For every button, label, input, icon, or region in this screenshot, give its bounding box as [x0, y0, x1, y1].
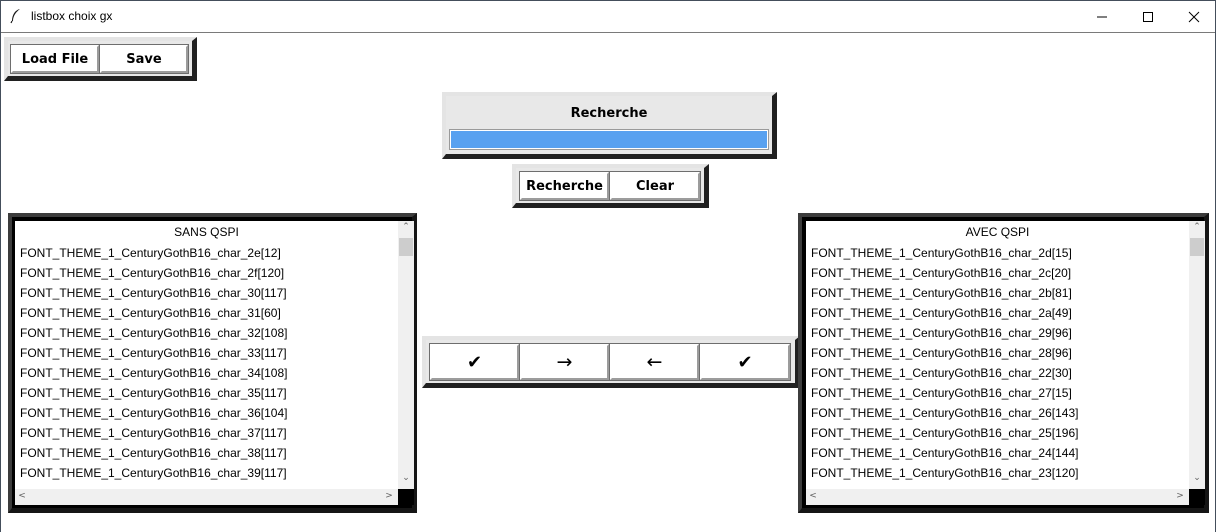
confirm-right-button[interactable]: ✔: [699, 343, 791, 381]
list-item[interactable]: FONT_THEME_1_CenturyGothB16_char_23[120]: [806, 463, 1078, 483]
save-button[interactable]: Save: [99, 44, 189, 74]
right-list-header: AVEC QSPI: [965, 225, 1030, 239]
list-item[interactable]: FONT_THEME_1_CenturyGothB16_char_31[60]: [15, 303, 287, 323]
right-scroll-thumb[interactable]: [1190, 238, 1204, 256]
search-input[interactable]: [449, 129, 769, 150]
maximize-button[interactable]: [1125, 1, 1171, 32]
close-icon: [1188, 11, 1200, 23]
minimize-icon: [1097, 16, 1107, 18]
app-window: listbox choix gx Load File Save Recherch…: [0, 0, 1216, 532]
move-left-button[interactable]: ←: [609, 343, 700, 381]
list-item[interactable]: FONT_THEME_1_CenturyGothB16_char_2a[49]: [806, 303, 1078, 323]
confirm-left-button[interactable]: ✔: [429, 343, 520, 381]
list-item[interactable]: FONT_THEME_1_CenturyGothB16_char_29[96]: [806, 323, 1078, 343]
left-list-items: FONT_THEME_1_CenturyGothB16_char_2e[12] …: [15, 243, 287, 483]
list-item[interactable]: FONT_THEME_1_CenturyGothB16_char_24[144]: [806, 443, 1078, 463]
list-item[interactable]: FONT_THEME_1_CenturyGothB16_char_25[196]: [806, 423, 1078, 443]
scroll-right-icon[interactable]: >: [384, 491, 394, 501]
scroll-down-icon[interactable]: ⌄: [398, 473, 414, 483]
left-scroll-thumb[interactable]: [399, 238, 413, 256]
scroll-right-icon[interactable]: >: [1175, 491, 1185, 501]
clear-button[interactable]: Clear: [609, 171, 701, 201]
load-file-button[interactable]: Load File: [10, 44, 100, 74]
list-item[interactable]: FONT_THEME_1_CenturyGothB16_char_2f[120]: [15, 263, 287, 283]
left-vertical-scrollbar[interactable]: ⌃ ⌄: [398, 221, 414, 489]
right-horizontal-scrollbar[interactable]: < >: [806, 489, 1189, 505]
feather-icon: [10, 9, 20, 24]
left-horizontal-scrollbar[interactable]: < >: [15, 489, 398, 505]
list-item[interactable]: FONT_THEME_1_CenturyGothB16_char_2e[12]: [15, 243, 287, 263]
list-item[interactable]: FONT_THEME_1_CenturyGothB16_char_2d[15]: [806, 243, 1078, 263]
list-item[interactable]: FONT_THEME_1_CenturyGothB16_char_2c[20]: [806, 263, 1078, 283]
left-scroll-corner: [398, 489, 414, 505]
right-listbox[interactable]: AVEC QSPI FONT_THEME_1_CenturyGothB16_ch…: [806, 221, 1189, 489]
scroll-left-icon[interactable]: <: [17, 491, 27, 501]
list-item[interactable]: FONT_THEME_1_CenturyGothB16_char_2b[81]: [806, 283, 1078, 303]
scroll-up-icon[interactable]: ⌃: [398, 222, 414, 232]
list-item[interactable]: FONT_THEME_1_CenturyGothB16_char_33[117]: [15, 343, 287, 363]
right-list-items: FONT_THEME_1_CenturyGothB16_char_2d[15] …: [806, 243, 1078, 483]
list-item[interactable]: FONT_THEME_1_CenturyGothB16_char_35[117]: [15, 383, 287, 403]
right-scroll-corner: [1189, 489, 1205, 505]
list-item[interactable]: FONT_THEME_1_CenturyGothB16_char_32[108]: [15, 323, 287, 343]
move-right-button[interactable]: →: [519, 343, 610, 381]
list-item[interactable]: FONT_THEME_1_CenturyGothB16_char_38[117]: [15, 443, 287, 463]
list-item[interactable]: FONT_THEME_1_CenturyGothB16_char_37[117]: [15, 423, 287, 443]
client-area: Load File Save Recherche Recherche Clear…: [1, 32, 1215, 532]
scroll-down-icon[interactable]: ⌄: [1189, 473, 1205, 483]
scroll-left-icon[interactable]: <: [808, 491, 818, 501]
left-listbox[interactable]: SANS QSPI FONT_THEME_1_CenturyGothB16_ch…: [15, 221, 398, 489]
left-list-header: SANS QSPI: [174, 225, 239, 239]
title-bar[interactable]: listbox choix gx: [1, 1, 1215, 32]
list-item[interactable]: FONT_THEME_1_CenturyGothB16_char_39[117]: [15, 463, 287, 483]
scroll-up-icon[interactable]: ⌃: [1189, 222, 1205, 232]
list-item[interactable]: FONT_THEME_1_CenturyGothB16_char_26[143]: [806, 403, 1078, 423]
list-item[interactable]: FONT_THEME_1_CenturyGothB16_char_22[30]: [806, 363, 1078, 383]
list-item[interactable]: FONT_THEME_1_CenturyGothB16_char_36[104]: [15, 403, 287, 423]
list-item[interactable]: FONT_THEME_1_CenturyGothB16_char_30[117]: [15, 283, 287, 303]
list-item[interactable]: FONT_THEME_1_CenturyGothB16_char_27[15]: [806, 383, 1078, 403]
search-button[interactable]: Recherche: [519, 171, 610, 201]
close-button[interactable]: [1171, 1, 1216, 32]
list-item[interactable]: FONT_THEME_1_CenturyGothB16_char_28[96]: [806, 343, 1078, 363]
right-vertical-scrollbar[interactable]: ⌃ ⌄: [1189, 221, 1205, 489]
minimize-button[interactable]: [1079, 1, 1125, 32]
search-label: Recherche: [570, 106, 648, 121]
list-item[interactable]: FONT_THEME_1_CenturyGothB16_char_34[108]: [15, 363, 287, 383]
maximize-icon: [1143, 12, 1153, 22]
window-title: listbox choix gx: [31, 9, 113, 23]
